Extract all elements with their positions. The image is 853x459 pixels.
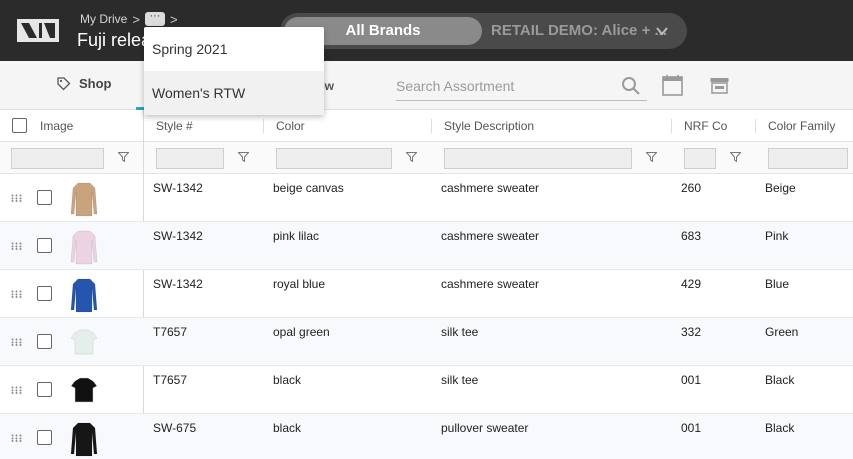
row-checkbox[interactable]	[37, 334, 52, 349]
cell-description: cashmere sweater	[441, 277, 540, 291]
app-logo-icon[interactable]	[17, 19, 59, 42]
filter-input-color[interactable]	[276, 148, 392, 169]
tab-shop-label: Shop	[79, 76, 112, 91]
header-nrf[interactable]: NRF Co	[684, 110, 727, 142]
cell-color-family: Blue	[765, 277, 790, 291]
dropdown-item-spring-2021[interactable]: Spring 2021	[144, 27, 324, 71]
cell-color: opal green	[273, 325, 330, 339]
search-field	[396, 74, 647, 101]
column-divider[interactable]	[431, 119, 432, 133]
row-checkbox[interactable]	[37, 238, 52, 253]
brand-option-retail[interactable]: RETAIL DEMO: Alice + ...	[491, 13, 667, 49]
drag-handle-icon[interactable]	[11, 338, 22, 346]
header-description[interactable]: Style Description	[444, 110, 534, 142]
product-thumbnail[interactable]	[67, 276, 101, 313]
tag-icon	[57, 77, 71, 91]
cell-style: T7657	[153, 325, 188, 339]
cell-color-family: Black	[765, 421, 795, 435]
cell-nrf: 683	[681, 229, 702, 243]
brand-toggle[interactable]: All Brands RETAIL DEMO: Alice + ...	[280, 13, 687, 49]
drag-handle-icon[interactable]	[11, 386, 22, 394]
table-row[interactable]: SW-1342 pink lilac cashmere sweater 683 Pink	[0, 222, 853, 270]
cell-description: pullover sweater	[441, 421, 529, 435]
cell-nrf: 429	[681, 277, 702, 291]
store-icon[interactable]	[710, 77, 729, 94]
cell-color: pink lilac	[273, 229, 320, 243]
dropdown-item-womens-rtw[interactable]: Women's RTW	[144, 71, 324, 115]
filter-input-nrf[interactable]	[684, 148, 716, 169]
cell-description: silk tee	[441, 325, 479, 339]
page-title: Fuji relea	[77, 30, 152, 50]
top-bar: My Drive > ··· > Fuji relea All Brands R…	[0, 0, 853, 61]
filter-input-image[interactable]	[11, 148, 104, 169]
cell-style: SW-1342	[153, 277, 203, 291]
cell-nrf: 260	[681, 181, 702, 195]
cell-color-family: Green	[765, 325, 799, 339]
table-row[interactable]: SW-1342 royal blue cashmere sweater 429 Blue	[0, 270, 853, 318]
cell-color-family: Beige	[765, 181, 796, 195]
cell-style: T7657	[153, 373, 188, 387]
search-input[interactable]	[396, 74, 611, 98]
table-header: Image Style # Color Style Description NR…	[0, 110, 853, 142]
select-all-checkbox[interactable]	[12, 118, 27, 133]
chevron-right-icon: >	[169, 11, 178, 27]
chevron-down-icon[interactable]	[656, 26, 668, 36]
row-checkbox[interactable]	[37, 190, 52, 205]
product-thumbnail[interactable]	[67, 420, 101, 457]
cell-description: silk tee	[441, 373, 479, 387]
table-row[interactable]: T7657 black silk tee 001 Black	[0, 366, 853, 414]
search-icon[interactable]	[621, 76, 641, 96]
table-row[interactable]: SW-675 black pullover sweater 001 Black	[0, 414, 853, 459]
header-image[interactable]: Image	[40, 110, 73, 142]
table-row[interactable]: SW-1342 beige canvas cashmere sweater 260 Be…	[0, 174, 853, 222]
cell-style: SW-1342	[153, 229, 203, 243]
breadcrumb-more-button[interactable]: ···	[144, 11, 165, 26]
cell-color-family: Black	[765, 373, 795, 387]
cell-nrf: 001	[681, 373, 702, 387]
cell-description: cashmere sweater	[441, 181, 540, 195]
row-checkbox[interactable]	[37, 430, 52, 445]
cell-style: SW-1342	[153, 181, 203, 195]
cell-color-family: Pink	[765, 229, 789, 243]
product-thumbnail[interactable]	[67, 180, 101, 217]
column-divider[interactable]	[671, 119, 672, 133]
filter-icon[interactable]	[118, 152, 129, 162]
filter-icon[interactable]	[238, 152, 249, 162]
filter-input-description[interactable]	[444, 148, 632, 169]
product-thumbnail[interactable]	[67, 372, 101, 409]
cell-nrf: 001	[681, 421, 702, 435]
cell-description: cashmere sweater	[441, 229, 540, 243]
cell-nrf: 332	[681, 325, 702, 339]
cell-color: black	[273, 373, 302, 387]
toolbar: Shop ew	[0, 61, 853, 110]
breadcrumb-dropdown: Spring 2021 Women's RTW	[144, 27, 324, 115]
row-checkbox[interactable]	[37, 382, 52, 397]
drag-handle-icon[interactable]	[11, 194, 22, 202]
table-row[interactable]: T7657 opal green silk tee 332 Green	[0, 318, 853, 366]
filter-icon[interactable]	[406, 152, 417, 162]
breadcrumb: My Drive > ··· >	[80, 11, 183, 27]
filter-icon[interactable]	[646, 152, 657, 162]
header-color-family[interactable]: Color Family	[768, 110, 835, 142]
cell-style: SW-675	[153, 421, 197, 435]
tab-shop[interactable]: Shop	[56, 76, 112, 91]
cell-color: beige canvas	[273, 181, 344, 195]
cell-color: royal blue	[273, 277, 326, 291]
cell-color: black	[273, 421, 302, 435]
column-divider[interactable]	[263, 119, 264, 133]
calendar-icon[interactable]	[662, 74, 683, 96]
drag-handle-icon[interactable]	[11, 434, 22, 442]
drag-handle-icon[interactable]	[11, 242, 22, 250]
column-divider[interactable]	[755, 119, 756, 133]
product-thumbnail[interactable]	[67, 324, 101, 361]
breadcrumb-my-drive[interactable]: My Drive	[80, 12, 127, 26]
filter-row	[0, 142, 853, 174]
filter-icon[interactable]	[730, 152, 741, 162]
chevron-right-icon: >	[132, 11, 140, 27]
drag-handle-icon[interactable]	[11, 290, 22, 298]
row-checkbox[interactable]	[37, 286, 52, 301]
product-thumbnail[interactable]	[67, 228, 101, 265]
filter-input-color-family[interactable]	[768, 148, 848, 169]
filter-input-style[interactable]	[156, 148, 224, 169]
